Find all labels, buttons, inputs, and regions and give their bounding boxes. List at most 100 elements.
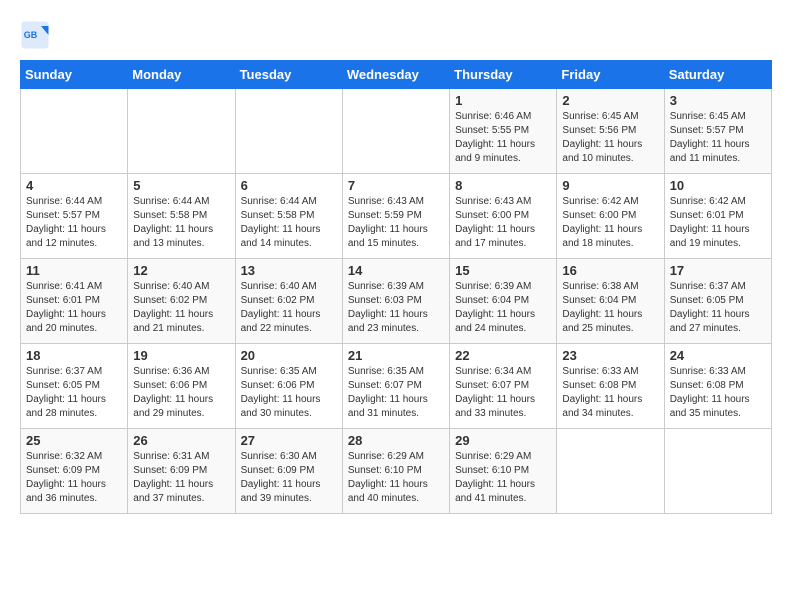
day-number: 10: [670, 178, 766, 193]
day-number: 22: [455, 348, 551, 363]
day-info: Sunrise: 6:40 AM Sunset: 6:02 PM Dayligh…: [241, 280, 337, 336]
day-info: Sunrise: 6:45 AM Sunset: 5:57 PM Dayligh…: [670, 110, 766, 166]
day-number: 28: [348, 433, 444, 448]
calendar-cell: 2 Sunrise: 6:45 AM Sunset: 5:56 PM Daylig…: [557, 89, 664, 174]
calendar-cell: 6Sunrise: 6:44 AM Sunset: 5:58 PM Daylig…: [235, 174, 342, 259]
day-info: Sunrise: 6:29 AM Sunset: 6:10 PM Dayligh…: [348, 450, 444, 506]
day-info: Sunrise: 6:40 AM Sunset: 6:02 PM Dayligh…: [133, 280, 229, 336]
header-friday: Friday: [557, 61, 664, 89]
day-info: Sunrise: 6:39 AM Sunset: 6:04 PM Dayligh…: [455, 280, 551, 336]
calendar-cell: 13 Sunrise: 6:40 AM Sunset: 6:02 PM Dayli…: [235, 259, 342, 344]
day-number: 6: [241, 178, 337, 193]
calendar-cell: 1 Sunrise: 6:46 AM Sunset: 5:55 PM Daylig…: [450, 89, 557, 174]
page-header: GB: [20, 20, 772, 50]
day-info: Sunrise: 6:44 AM Sunset: 5:57 PM Dayligh…: [26, 195, 122, 251]
day-number: 2: [562, 93, 658, 108]
day-number: 13: [241, 263, 337, 278]
calendar-cell: 7Sunrise: 6:43 AM Sunset: 5:59 PM Daylig…: [342, 174, 449, 259]
calendar-cell: [557, 429, 664, 514]
day-number: 7: [348, 178, 444, 193]
calendar-cell: 24 Sunrise: 6:33 AM Sunset: 6:08 PM Dayli…: [664, 344, 771, 429]
calendar-cell: 23 Sunrise: 6:33 AM Sunset: 6:08 PM Dayli…: [557, 344, 664, 429]
calendar-cell: 25 Sunrise: 6:32 AM Sunset: 6:09 PM Dayli…: [21, 429, 128, 514]
calendar-cell: 22 Sunrise: 6:34 AM Sunset: 6:07 PM Dayli…: [450, 344, 557, 429]
calendar-cell: 10 Sunrise: 6:42 AM Sunset: 6:01 PM Dayli…: [664, 174, 771, 259]
day-number: 16: [562, 263, 658, 278]
calendar-header-row: SundayMondayTuesdayWednesdayThursdayFrid…: [21, 61, 772, 89]
header-thursday: Thursday: [450, 61, 557, 89]
header-monday: Monday: [128, 61, 235, 89]
day-number: 26: [133, 433, 229, 448]
calendar-cell: [342, 89, 449, 174]
day-number: 24: [670, 348, 766, 363]
calendar-cell: 28 Sunrise: 6:29 AM Sunset: 6:10 PM Dayli…: [342, 429, 449, 514]
day-number: 9: [562, 178, 658, 193]
svg-text:GB: GB: [24, 30, 38, 40]
day-number: 27: [241, 433, 337, 448]
calendar-cell: [21, 89, 128, 174]
day-info: Sunrise: 6:34 AM Sunset: 6:07 PM Dayligh…: [455, 365, 551, 421]
day-info: Sunrise: 6:35 AM Sunset: 6:07 PM Dayligh…: [348, 365, 444, 421]
day-info: Sunrise: 6:43 AM Sunset: 6:00 PM Dayligh…: [455, 195, 551, 251]
header-tuesday: Tuesday: [235, 61, 342, 89]
day-info: Sunrise: 6:33 AM Sunset: 6:08 PM Dayligh…: [670, 365, 766, 421]
day-number: 11: [26, 263, 122, 278]
day-info: Sunrise: 6:33 AM Sunset: 6:08 PM Dayligh…: [562, 365, 658, 421]
day-info: Sunrise: 6:37 AM Sunset: 6:05 PM Dayligh…: [670, 280, 766, 336]
calendar-cell: 18 Sunrise: 6:37 AM Sunset: 6:05 PM Dayli…: [21, 344, 128, 429]
calendar-cell: 14Sunrise: 6:39 AM Sunset: 6:03 PM Dayli…: [342, 259, 449, 344]
header-sunday: Sunday: [21, 61, 128, 89]
calendar-cell: 8 Sunrise: 6:43 AM Sunset: 6:00 PM Daylig…: [450, 174, 557, 259]
day-number: 1: [455, 93, 551, 108]
calendar-cell: 3 Sunrise: 6:45 AM Sunset: 5:57 PM Daylig…: [664, 89, 771, 174]
day-number: 3: [670, 93, 766, 108]
calendar-cell: 15Sunrise: 6:39 AM Sunset: 6:04 PM Dayli…: [450, 259, 557, 344]
day-number: 23: [562, 348, 658, 363]
calendar-cell: 16 Sunrise: 6:38 AM Sunset: 6:04 PM Dayli…: [557, 259, 664, 344]
calendar-cell: 27 Sunrise: 6:30 AM Sunset: 6:09 PM Dayli…: [235, 429, 342, 514]
calendar-week-row: 25 Sunrise: 6:32 AM Sunset: 6:09 PM Dayli…: [21, 429, 772, 514]
day-number: 21: [348, 348, 444, 363]
day-number: 17: [670, 263, 766, 278]
logo-icon: GB: [20, 20, 50, 50]
day-number: 5: [133, 178, 229, 193]
calendar-cell: 5 Sunrise: 6:44 AM Sunset: 5:58 PM Daylig…: [128, 174, 235, 259]
day-number: 25: [26, 433, 122, 448]
calendar-week-row: 4 Sunrise: 6:44 AM Sunset: 5:57 PM Daylig…: [21, 174, 772, 259]
calendar-cell: 20 Sunrise: 6:35 AM Sunset: 6:06 PM Dayli…: [235, 344, 342, 429]
calendar-week-row: 1 Sunrise: 6:46 AM Sunset: 5:55 PM Daylig…: [21, 89, 772, 174]
day-info: Sunrise: 6:42 AM Sunset: 6:01 PM Dayligh…: [670, 195, 766, 251]
logo: GB: [20, 20, 54, 50]
calendar-cell: 19Sunrise: 6:36 AM Sunset: 6:06 PM Dayli…: [128, 344, 235, 429]
calendar-cell: 26 Sunrise: 6:31 AM Sunset: 6:09 PM Dayli…: [128, 429, 235, 514]
calendar-cell: 4 Sunrise: 6:44 AM Sunset: 5:57 PM Daylig…: [21, 174, 128, 259]
day-number: 20: [241, 348, 337, 363]
day-info: Sunrise: 6:30 AM Sunset: 6:09 PM Dayligh…: [241, 450, 337, 506]
day-info: Sunrise: 6:42 AM Sunset: 6:00 PM Dayligh…: [562, 195, 658, 251]
day-info: Sunrise: 6:36 AM Sunset: 6:06 PM Dayligh…: [133, 365, 229, 421]
day-info: Sunrise: 6:31 AM Sunset: 6:09 PM Dayligh…: [133, 450, 229, 506]
day-number: 8: [455, 178, 551, 193]
calendar-week-row: 11Sunrise: 6:41 AM Sunset: 6:01 PM Dayli…: [21, 259, 772, 344]
header-wednesday: Wednesday: [342, 61, 449, 89]
day-info: Sunrise: 6:32 AM Sunset: 6:09 PM Dayligh…: [26, 450, 122, 506]
calendar-week-row: 18 Sunrise: 6:37 AM Sunset: 6:05 PM Dayli…: [21, 344, 772, 429]
day-number: 4: [26, 178, 122, 193]
calendar-cell: 17 Sunrise: 6:37 AM Sunset: 6:05 PM Dayli…: [664, 259, 771, 344]
day-info: Sunrise: 6:38 AM Sunset: 6:04 PM Dayligh…: [562, 280, 658, 336]
day-info: Sunrise: 6:37 AM Sunset: 6:05 PM Dayligh…: [26, 365, 122, 421]
day-info: Sunrise: 6:44 AM Sunset: 5:58 PM Dayligh…: [133, 195, 229, 251]
calendar-cell: [235, 89, 342, 174]
calendar-cell: 12Sunrise: 6:40 AM Sunset: 6:02 PM Dayli…: [128, 259, 235, 344]
calendar-cell: 29Sunrise: 6:29 AM Sunset: 6:10 PM Dayli…: [450, 429, 557, 514]
calendar-cell: 11Sunrise: 6:41 AM Sunset: 6:01 PM Dayli…: [21, 259, 128, 344]
day-info: Sunrise: 6:45 AM Sunset: 5:56 PM Dayligh…: [562, 110, 658, 166]
day-number: 18: [26, 348, 122, 363]
header-saturday: Saturday: [664, 61, 771, 89]
calendar-cell: 21 Sunrise: 6:35 AM Sunset: 6:07 PM Dayli…: [342, 344, 449, 429]
day-info: Sunrise: 6:46 AM Sunset: 5:55 PM Dayligh…: [455, 110, 551, 166]
day-info: Sunrise: 6:35 AM Sunset: 6:06 PM Dayligh…: [241, 365, 337, 421]
day-number: 29: [455, 433, 551, 448]
calendar-table: SundayMondayTuesdayWednesdayThursdayFrid…: [20, 60, 772, 514]
day-number: 14: [348, 263, 444, 278]
